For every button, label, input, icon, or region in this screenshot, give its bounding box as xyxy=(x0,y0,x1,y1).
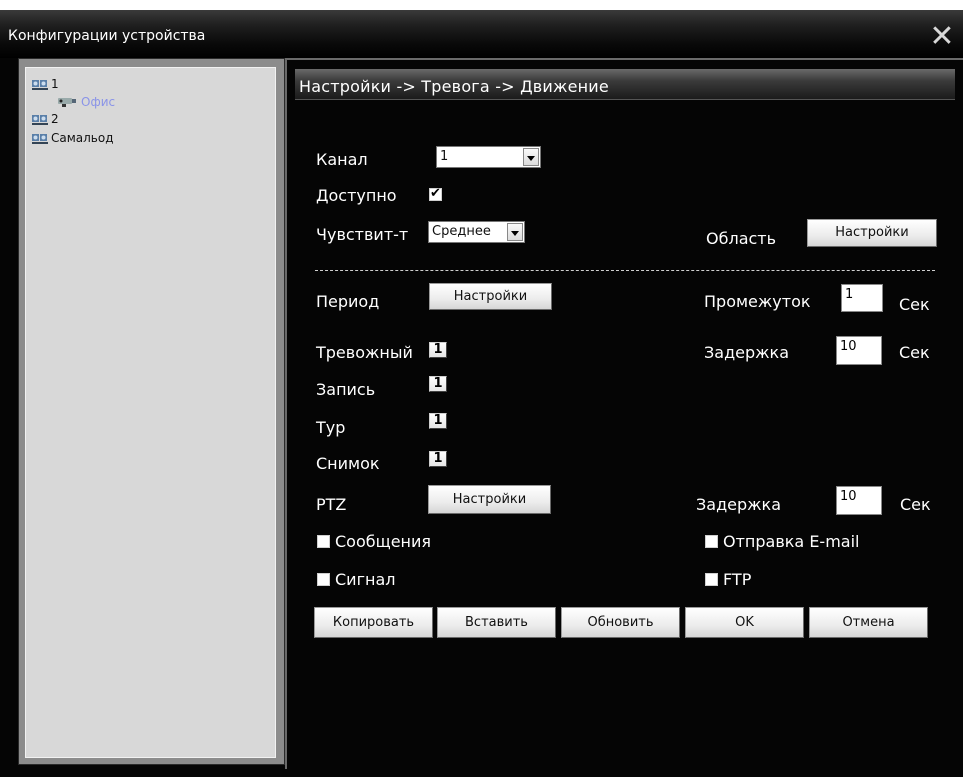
record-channel-1[interactable]: 1 xyxy=(429,376,447,392)
camera-icon xyxy=(58,98,76,107)
breadcrumb-text: Настройки -> Тревога -> Движение xyxy=(299,77,609,96)
snapshot-label: Снимок xyxy=(316,454,380,473)
area-settings-button[interactable]: Настройки xyxy=(807,219,937,247)
ptz-delay-unit: Сек xyxy=(900,495,931,514)
ptz-delay-input-value: 10 xyxy=(840,489,857,504)
sensitivity-label: Чувствит-т xyxy=(316,225,409,244)
ptz-label: PTZ xyxy=(316,495,347,514)
interval-input[interactable]: 1 xyxy=(841,284,883,312)
refresh-button[interactable]: Обновить xyxy=(561,607,680,638)
beep-label: Сигнал xyxy=(335,570,396,589)
tree-item-label: Офис xyxy=(81,95,116,109)
title-bar: Конфигурации устройства ✕ xyxy=(0,10,963,58)
ok-button[interactable]: OK xyxy=(685,607,804,638)
interval-label: Промежуток xyxy=(704,292,811,311)
record-label: Запись xyxy=(316,380,376,399)
messages-label: Сообщения xyxy=(335,532,432,551)
delay-unit: Сек xyxy=(899,343,930,362)
tree-item-label: 1 xyxy=(51,77,59,91)
window-title: Конфигурации устройства xyxy=(8,28,206,44)
channel-select-value: 1 xyxy=(440,149,449,164)
enabled-label: Доступно xyxy=(316,186,397,205)
messages-checkbox[interactable] xyxy=(317,535,330,548)
tree-item-label: Самальод xyxy=(51,131,114,145)
enabled-checkbox[interactable] xyxy=(429,186,442,201)
tree-item-samalod[interactable]: Самальод xyxy=(32,130,114,146)
alarm-out-channel-1[interactable]: 1 xyxy=(429,342,447,358)
ptz-delay-input[interactable]: 10 xyxy=(836,486,882,515)
tour-channel-1[interactable]: 1 xyxy=(429,413,447,429)
delay-input-value: 10 xyxy=(840,339,857,354)
camera-group-icon xyxy=(32,80,48,90)
beep-checkbox[interactable] xyxy=(317,573,330,586)
tree-item-2[interactable]: 2 xyxy=(32,111,59,127)
period-label: Период xyxy=(316,292,380,311)
ftp-checkbox[interactable] xyxy=(705,573,718,586)
tree-item-label: 2 xyxy=(51,112,59,126)
motion-settings-panel: Канал 1 Доступно Чувствит-т Среднее Обла… xyxy=(295,100,955,767)
channel-label: Канал xyxy=(316,150,368,169)
tree-item-office[interactable]: Офис xyxy=(56,94,115,110)
copy-button[interactable]: Копировать xyxy=(314,607,433,638)
delay-input[interactable]: 10 xyxy=(836,336,882,365)
area-label: Область xyxy=(706,229,777,248)
interval-unit: Сек xyxy=(899,295,930,314)
camera-group-icon xyxy=(32,115,48,125)
tree-item-1[interactable]: 1 xyxy=(32,76,59,92)
channel-select[interactable]: 1 xyxy=(436,146,541,168)
snapshot-channel-1[interactable]: 1 xyxy=(429,451,447,467)
breadcrumb: Настройки -> Тревога -> Движение xyxy=(295,69,955,100)
chevron-down-icon[interactable] xyxy=(507,223,523,241)
section-divider xyxy=(315,270,935,271)
alarm-out-label: Тревожный xyxy=(316,343,413,362)
sensitivity-select[interactable]: Среднее xyxy=(428,221,525,243)
interval-input-value: 1 xyxy=(845,287,854,302)
device-tree-panel: 1 Офис 2 Самальод xyxy=(18,58,285,765)
paste-button[interactable]: Вставить xyxy=(437,607,556,638)
delay-label: Задержка xyxy=(704,343,790,362)
tour-label: Тур xyxy=(316,418,346,437)
sensitivity-select-value: Среднее xyxy=(432,224,491,239)
close-icon[interactable]: ✕ xyxy=(927,22,957,52)
chevron-down-icon[interactable] xyxy=(523,148,539,166)
cancel-button[interactable]: Отмена xyxy=(809,607,928,638)
ptz-settings-button[interactable]: Настройки xyxy=(428,485,551,514)
period-settings-button[interactable]: Настройки xyxy=(429,283,552,310)
ptz-delay-label: Задержка xyxy=(696,495,782,514)
email-checkbox[interactable] xyxy=(705,535,718,548)
camera-group-icon xyxy=(32,134,48,144)
ftp-label: FTP xyxy=(723,570,752,589)
email-label: Отправка E-mail xyxy=(723,532,860,551)
device-tree[interactable]: 1 Офис 2 Самальод xyxy=(25,67,276,758)
